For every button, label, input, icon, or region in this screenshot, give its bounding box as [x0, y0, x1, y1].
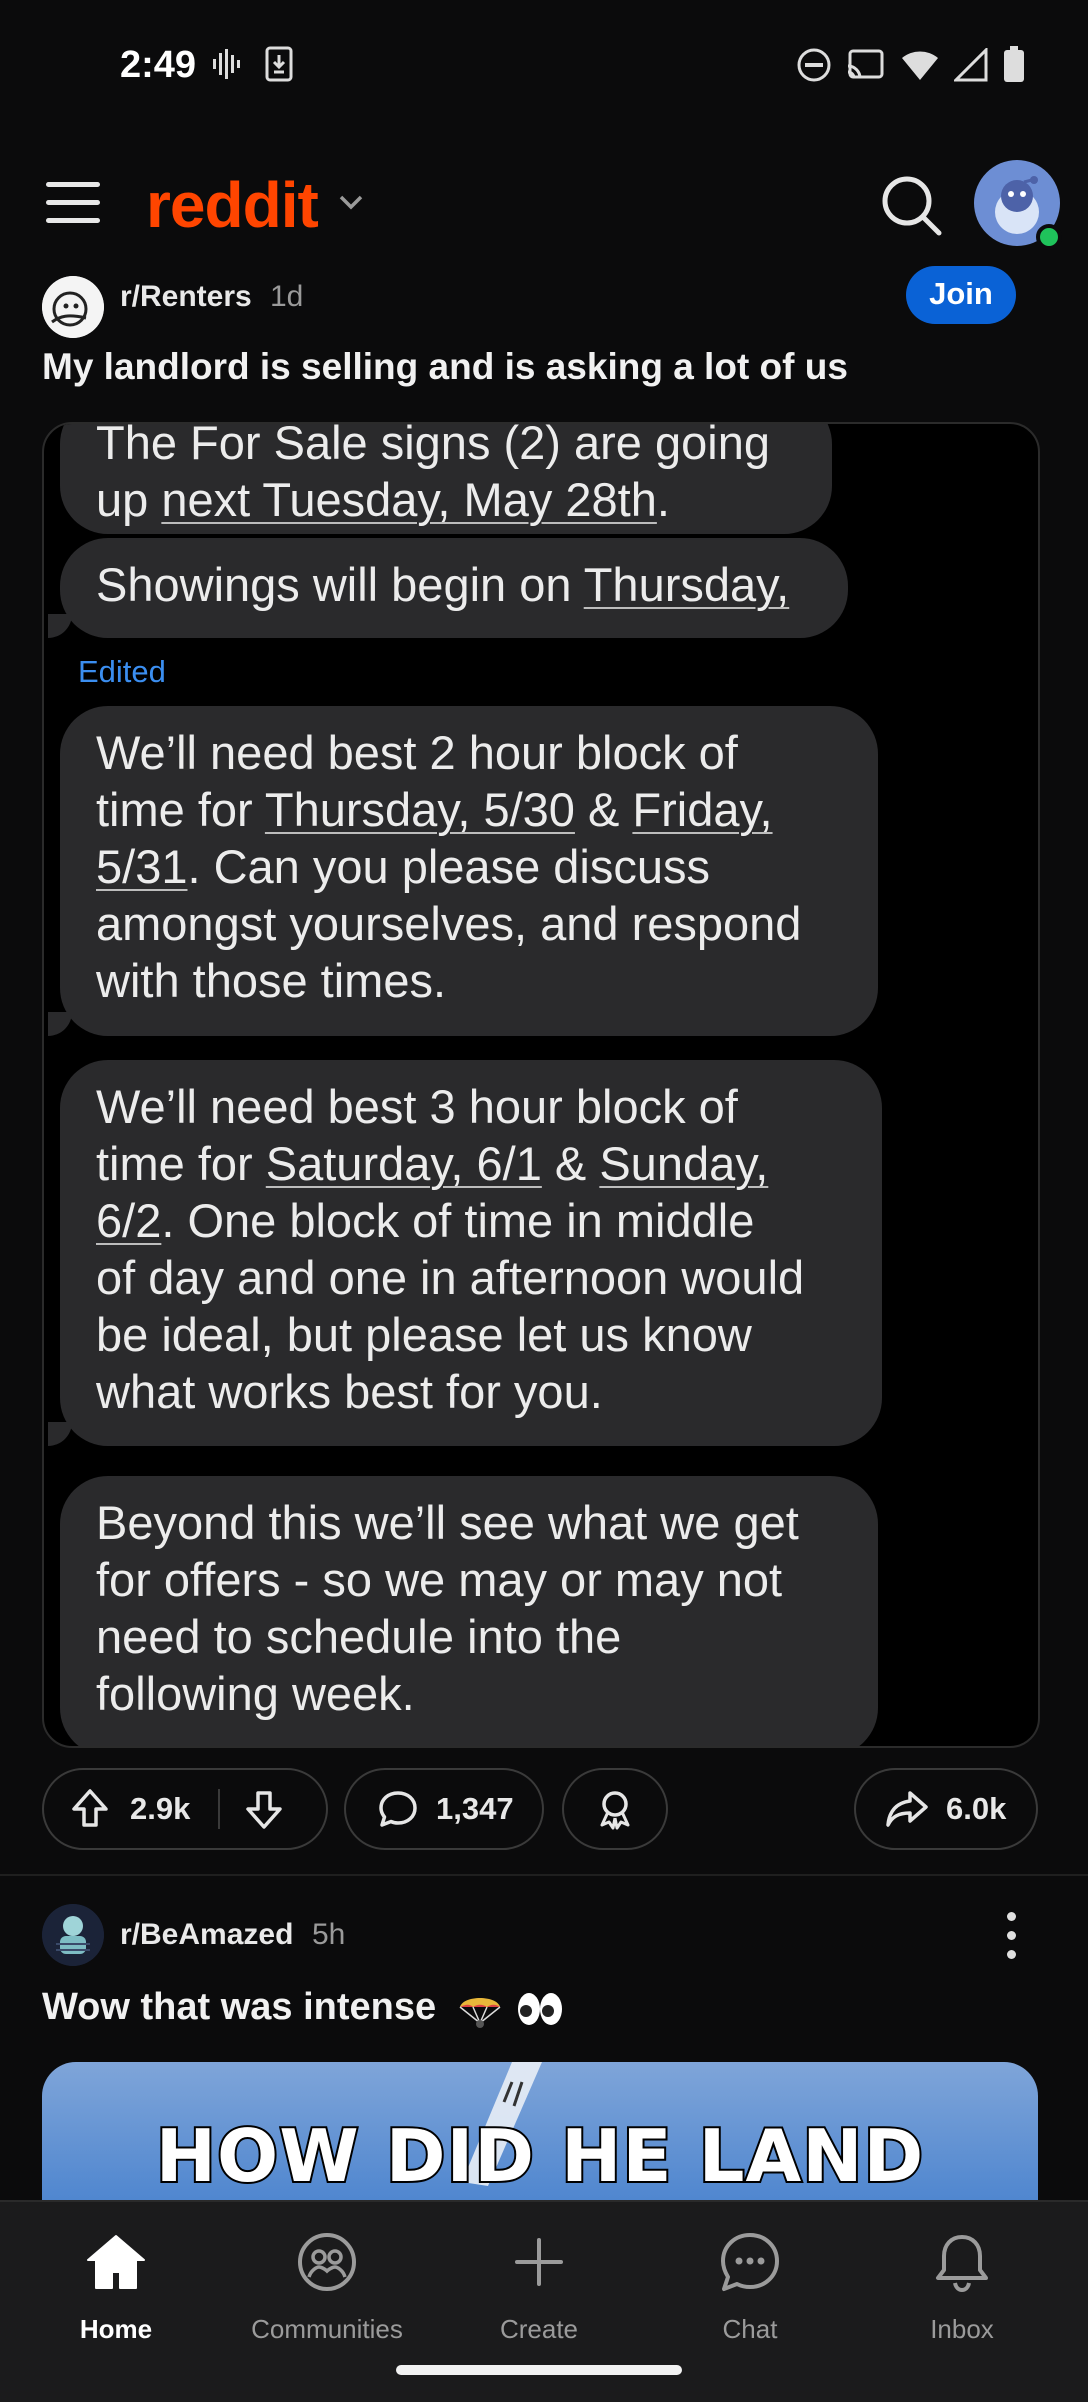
plus-icon [515, 2238, 563, 2286]
chat-icon [721, 2233, 779, 2291]
parachute-emoji-icon [459, 1997, 501, 2028]
edited-label: Edited [78, 654, 166, 689]
comment-count: 1,347 [436, 1791, 514, 1826]
signal-icon [954, 48, 988, 82]
reddit-logo[interactable]: reddit [146, 168, 319, 242]
post-title[interactable]: Wow that was intense [42, 1986, 565, 2029]
download-notification-icon [265, 46, 293, 82]
subreddit-avatar[interactable] [42, 1904, 104, 1966]
status-time: 2:49 [120, 44, 197, 86]
app-header: reddit [0, 140, 1088, 266]
nav-home[interactable]: Home [26, 2222, 206, 2345]
message-bubble: Showings will begin on Thursday, [48, 538, 848, 638]
chevron-down-icon[interactable] [336, 190, 366, 214]
comment-icon [379, 1791, 417, 1827]
nav-communities[interactable]: Communities [237, 2222, 417, 2345]
audio-wave-icon [213, 49, 240, 79]
online-status-dot [1036, 224, 1062, 250]
bell-icon [936, 2235, 988, 2293]
eyes-emoji-icon [518, 1992, 563, 2025]
message-bubble: Beyond this we’ll see what we get for of… [60, 1476, 878, 1746]
nav-chat[interactable]: Chat [660, 2222, 840, 2345]
vote-pill: 2.9k [42, 1768, 328, 1850]
status-bar: 2:49 [0, 0, 1088, 140]
subreddit-name[interactable]: r/BeAmazed [120, 1918, 293, 1952]
message-bubble: We’ll need best 3 hour block of time for… [48, 1060, 882, 1446]
more-options-icon[interactable] [996, 1912, 1026, 1962]
share-count: 6.0k [946, 1791, 1007, 1826]
home-indicator[interactable] [396, 2365, 682, 2375]
subreddit-avatar[interactable] [42, 276, 104, 338]
do-not-disturb-icon [797, 48, 831, 82]
downvote-icon[interactable] [242, 1787, 286, 1831]
cast-icon [847, 49, 884, 79]
message-bubble: The For Sale signs (2) are going up next… [60, 424, 832, 534]
wifi-icon [902, 51, 938, 80]
home-icon [87, 2235, 145, 2289]
share-icon [886, 1791, 928, 1827]
upvote-count: 2.9k [130, 1791, 191, 1826]
post-title[interactable]: My landlord is selling and is asking a l… [42, 346, 848, 388]
communities-icon [298, 2233, 356, 2291]
join-button[interactable]: Join [906, 266, 1016, 324]
post-image[interactable]: The For Sale signs (2) are going up next… [42, 422, 1040, 1748]
nav-create[interactable]: Create [449, 2222, 629, 2345]
award-button[interactable] [562, 1768, 668, 1850]
post-age: 5h [312, 1918, 346, 1951]
menu-icon[interactable] [46, 182, 100, 226]
post-age: 1d [270, 280, 304, 313]
message-bubble: We’ll need best 2 hour block of time for… [48, 706, 878, 1036]
post-media[interactable]: HOW DID HE LAND [42, 2062, 1038, 2202]
search-icon[interactable] [878, 172, 944, 238]
post-header: r/BeAmazed 5h [0, 1904, 1088, 1970]
upvote-icon[interactable] [68, 1787, 112, 1831]
subreddit-name[interactable]: r/Renters [120, 280, 252, 314]
award-icon [600, 1791, 630, 1830]
battery-icon [1004, 46, 1024, 82]
comments-button[interactable]: 1,347 [344, 1768, 544, 1850]
post-actions: 2.9k 1,347 6.0k [0, 1768, 1088, 1854]
nav-inbox[interactable]: Inbox [872, 2222, 1052, 2345]
media-caption: HOW DID HE LAND [154, 2112, 925, 2200]
post-divider [0, 1874, 1088, 1876]
post-header: r/Renters 1d Join [0, 266, 1088, 338]
share-button[interactable]: 6.0k [854, 1768, 1038, 1850]
